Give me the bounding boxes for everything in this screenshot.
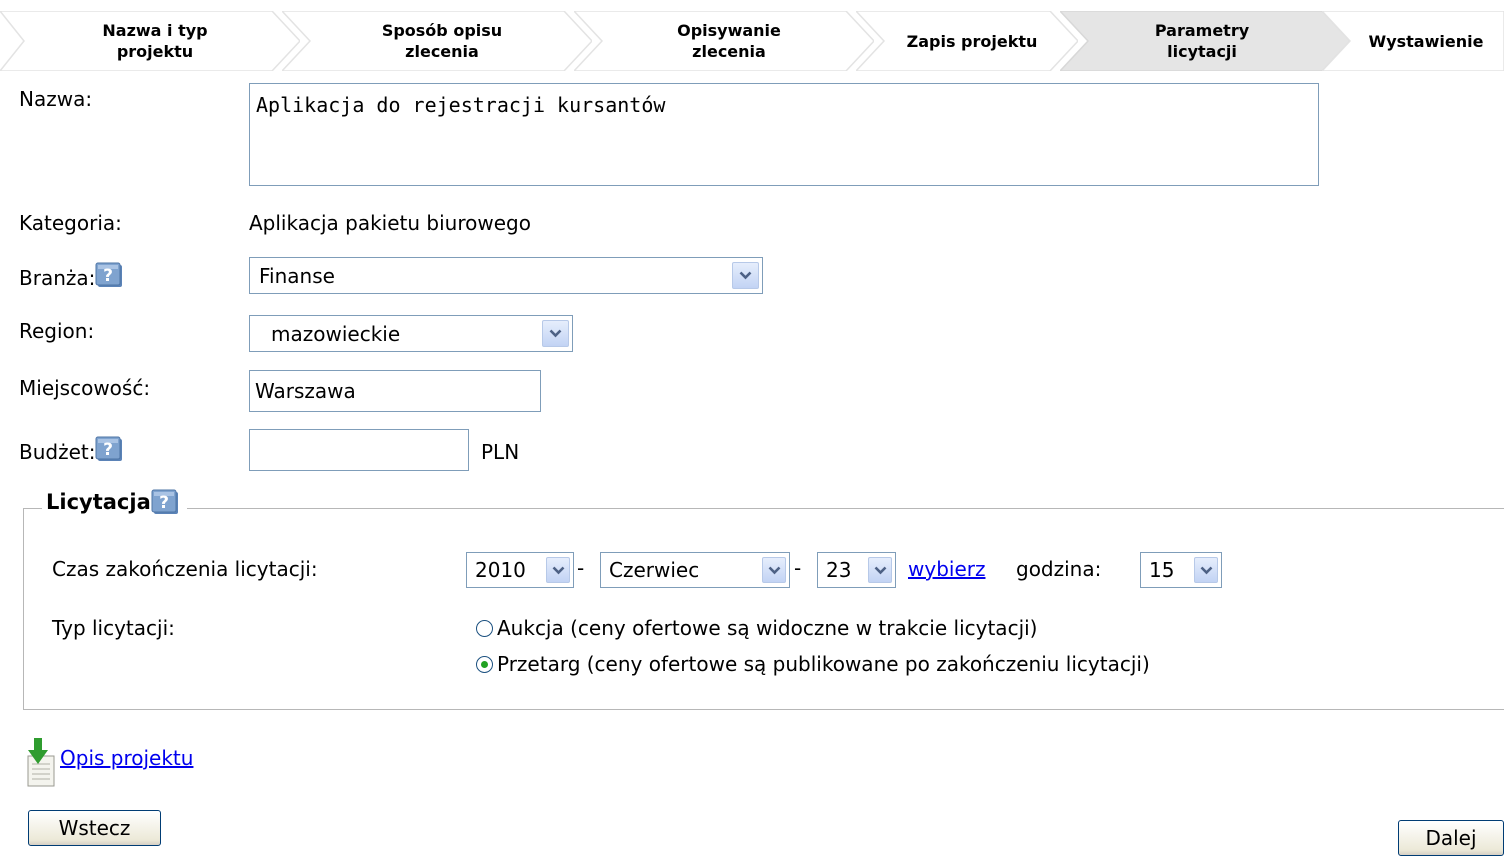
- industry-select-value: Finanse: [259, 263, 335, 288]
- category-label: Kategoria:: [19, 211, 122, 235]
- auction-legend-text: Licytacja: [46, 490, 151, 514]
- city-label: Miejscowość:: [19, 376, 151, 400]
- date-separator: -: [577, 556, 585, 580]
- wizard-step-3: Opisywanie zlecenia: [574, 11, 874, 71]
- chevron-down-icon[interactable]: [868, 557, 892, 583]
- project-description-row[interactable]: Opis projektu: [24, 738, 193, 788]
- chevron-down-icon[interactable]: [546, 557, 570, 583]
- auction-type-option-przetarg[interactable]: Przetarg (ceny ofertowe są publikowane p…: [476, 652, 1150, 676]
- date-separator: -: [794, 556, 802, 580]
- back-button[interactable]: Wstecz: [28, 810, 161, 846]
- wizard-step-4: Zapis projektu: [856, 11, 1078, 71]
- project-description-link[interactable]: Opis projektu: [60, 746, 193, 770]
- radio-button-selected[interactable]: [476, 655, 493, 673]
- budget-label-row: Budżet: ?: [19, 436, 125, 470]
- wizard-step-2-label: Sposób opisu zlecenia: [381, 21, 503, 61]
- wizard-step-5-active: Parametry licytacji: [1060, 11, 1350, 71]
- chevron-down-icon[interactable]: [1194, 557, 1218, 583]
- industry-label: Branża:: [19, 266, 96, 290]
- budget-input[interactable]: [249, 429, 469, 471]
- chevron-down-icon[interactable]: [762, 557, 786, 583]
- region-select[interactable]: mazowieckie: [249, 315, 573, 352]
- budget-unit: PLN: [481, 440, 520, 464]
- wizard-step-4-label: Zapis projektu: [906, 31, 1038, 51]
- hour-select[interactable]: 15: [1140, 552, 1222, 588]
- radio-selected-dot: [481, 660, 488, 668]
- year-select-value: 2010: [475, 558, 526, 582]
- svg-text:?: ?: [104, 440, 114, 460]
- day-select-value: 23: [826, 558, 852, 582]
- day-select[interactable]: 23: [817, 552, 896, 588]
- wizard-step-6-label: Wystawienie: [1368, 31, 1484, 51]
- radio-button-unselected[interactable]: [476, 619, 493, 637]
- budget-label: Budżet:: [19, 440, 96, 464]
- industry-select[interactable]: Finanse: [249, 257, 763, 294]
- month-select-value: Czerwiec: [609, 558, 700, 582]
- city-input[interactable]: [249, 370, 541, 412]
- end-time-label: Czas zakończenia licytacji:: [52, 557, 318, 581]
- auction-type-option-label: Przetarg (ceny ofertowe są publikowane p…: [497, 652, 1150, 676]
- auction-fieldset: [23, 508, 1504, 710]
- year-select[interactable]: 2010: [466, 552, 574, 588]
- svg-text:?: ?: [103, 266, 113, 286]
- chevron-down-icon[interactable]: [542, 320, 569, 347]
- wizard-step-5-label: Parametry licytacji: [1154, 21, 1250, 61]
- help-icon[interactable]: ?: [95, 434, 125, 464]
- auction-type-label: Typ licytacji:: [52, 616, 175, 640]
- auction-type-option-aukcja[interactable]: Aukcja (ceny ofertowe są widoczne w trak…: [476, 616, 1037, 640]
- hour-label: godzina:: [1016, 557, 1102, 581]
- choose-date-link[interactable]: wybierz: [908, 557, 985, 581]
- wizard-steps: Nazwa i typ projektu Sposób opisu zlecen…: [0, 0, 1504, 76]
- download-document-icon[interactable]: [24, 738, 60, 788]
- month-select[interactable]: Czerwiec: [600, 552, 790, 588]
- region-select-value: mazowieckie: [271, 321, 401, 346]
- svg-text:?: ?: [159, 493, 169, 513]
- help-icon[interactable]: ?: [151, 487, 181, 517]
- wizard-step-2: Sposób opisu zlecenia: [282, 11, 592, 71]
- auction-legend: Licytacja ?: [42, 487, 187, 520]
- category-value: Aplikacja pakietu biurowego: [249, 211, 531, 235]
- help-icon[interactable]: ?: [95, 260, 125, 290]
- region-label: Region:: [19, 319, 95, 343]
- wizard-step-6: Wystawienie: [1322, 11, 1504, 71]
- project-name-textarea[interactable]: Aplikacja do rejestracji kursantów: [249, 83, 1319, 186]
- auction-type-option-label: Aukcja (ceny ofertowe są widoczne w trak…: [497, 616, 1038, 640]
- industry-label-row: Branża: ?: [19, 262, 125, 296]
- chevron-down-icon[interactable]: [732, 262, 759, 289]
- wizard-step-3-label: Opisywanie zlecenia: [677, 21, 781, 61]
- next-button[interactable]: Dalej: [1398, 820, 1504, 856]
- name-label: Nazwa:: [19, 87, 93, 111]
- wizard-step-1: Nazwa i typ projektu: [0, 11, 300, 71]
- hour-select-value: 15: [1149, 558, 1175, 582]
- wizard-step-1-label: Nazwa i typ projektu: [102, 21, 208, 61]
